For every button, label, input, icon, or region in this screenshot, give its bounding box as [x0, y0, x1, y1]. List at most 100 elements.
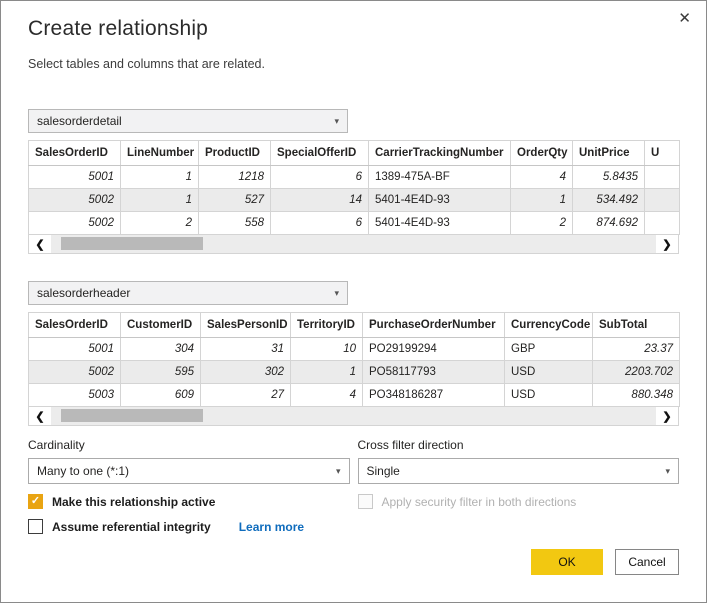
table-cell	[645, 189, 680, 212]
table-cell: 5.8435	[573, 166, 645, 189]
column-header[interactable]: ProductID	[199, 141, 271, 166]
table-cell: 874.692	[573, 212, 645, 235]
referential-integrity-label: Assume referential integrity	[52, 520, 211, 534]
dialog-title: Create relationship	[28, 17, 679, 41]
dialog-footer: OK Cancel	[531, 549, 679, 575]
table-cell: 6	[271, 166, 369, 189]
table-cell: 1218	[199, 166, 271, 189]
table-cell: 527	[199, 189, 271, 212]
make-active-checkbox[interactable]: ✓	[28, 494, 43, 509]
table-cell: 2	[121, 212, 199, 235]
referential-integrity-checkbox[interactable]	[28, 519, 43, 534]
scrollbar-thumb[interactable]	[61, 409, 203, 422]
table-row: 5001 304 31 10 PO29199294 GBP 23.37	[29, 338, 680, 361]
table-cell: 5401-4E4D-93	[369, 212, 511, 235]
chevron-down-icon: ▾	[336, 459, 341, 483]
cardinality-dropdown[interactable]: Many to one (*:1) ▾	[28, 458, 350, 484]
table-cell: 5002	[29, 189, 121, 212]
create-relationship-dialog: ✕ Create relationship Select tables and …	[0, 0, 707, 603]
table-row: 5003 609 27 4 PO348186287 USD 880.348	[29, 384, 680, 407]
table-cell: 14	[271, 189, 369, 212]
table-cell: 23.37	[593, 338, 680, 361]
column-header[interactable]: CurrencyCode	[505, 313, 593, 338]
column-header[interactable]: OrderQty	[511, 141, 573, 166]
scroll-left-icon[interactable]: ❮	[29, 407, 51, 425]
column-header[interactable]: CarrierTrackingNumber	[369, 141, 511, 166]
table-cell: 4	[291, 384, 363, 407]
table-header-row: SalesOrderID CustomerID SalesPersonID Te…	[29, 313, 680, 338]
table-row: 5002 595 302 1 PO58117793 USD 2203.702	[29, 361, 680, 384]
cross-filter-dropdown[interactable]: Single ▾	[358, 458, 680, 484]
table-cell: 595	[121, 361, 201, 384]
table-cell: PO348186287	[363, 384, 505, 407]
scrollbar-track[interactable]	[51, 407, 656, 425]
cardinality-dropdown-value: Many to one (*:1)	[37, 464, 129, 478]
table-cell: 558	[199, 212, 271, 235]
table-cell: 5001	[29, 166, 121, 189]
table-cell: 302	[201, 361, 291, 384]
table-cell: 1	[291, 361, 363, 384]
table-cell: 5001	[29, 338, 121, 361]
chevron-down-icon: ▾	[334, 282, 339, 304]
learn-more-link[interactable]: Learn more	[239, 520, 304, 534]
upper-preview-table: SalesOrderID LineNumber ProductID Specia…	[28, 140, 680, 235]
table-cell: 10	[291, 338, 363, 361]
lower-preview-table: SalesOrderID CustomerID SalesPersonID Te…	[28, 312, 680, 407]
lower-table-dropdown[interactable]: salesorderheader ▾	[28, 281, 348, 305]
table-cell: 27	[201, 384, 291, 407]
close-icon[interactable]: ✕	[676, 9, 693, 28]
table-cell	[645, 166, 680, 189]
scroll-right-icon[interactable]: ❯	[656, 407, 678, 425]
table-cell: 5002	[29, 212, 121, 235]
table-cell: 5003	[29, 384, 121, 407]
table-cell: 4	[511, 166, 573, 189]
upper-table-dropdown-value: salesorderdetail	[37, 114, 122, 128]
table-cell: 1389-475A-BF	[369, 166, 511, 189]
dialog-subtitle: Select tables and columns that are relat…	[28, 57, 679, 71]
column-header[interactable]: UnitPrice	[573, 141, 645, 166]
column-header[interactable]: CustomerID	[121, 313, 201, 338]
table-cell: 1	[121, 166, 199, 189]
referential-integrity-row: Assume referential integrity Learn more	[28, 519, 350, 534]
column-header[interactable]: TerritoryID	[291, 313, 363, 338]
table-cell: PO29199294	[363, 338, 505, 361]
column-header[interactable]: SalesPersonID	[201, 313, 291, 338]
table-cell	[645, 212, 680, 235]
table-cell: 534.492	[573, 189, 645, 212]
column-header[interactable]: U	[645, 141, 680, 166]
scrollbar-track[interactable]	[51, 235, 656, 253]
lower-table-dropdown-value: salesorderheader	[37, 286, 130, 300]
table-cell: 2203.702	[593, 361, 680, 384]
security-filter-checkbox	[358, 494, 373, 509]
column-header[interactable]: SalesOrderID	[29, 141, 121, 166]
table-cell: 304	[121, 338, 201, 361]
column-header[interactable]: PurchaseOrderNumber	[363, 313, 505, 338]
cancel-button[interactable]: Cancel	[615, 549, 679, 575]
ok-button[interactable]: OK	[531, 549, 603, 575]
table-row: 5002 1 527 14 5401-4E4D-93 1 534.492	[29, 189, 680, 212]
scroll-right-icon[interactable]: ❯	[656, 235, 678, 253]
table-cell: USD	[505, 384, 593, 407]
column-header[interactable]: SalesOrderID	[29, 313, 121, 338]
column-header[interactable]: LineNumber	[121, 141, 199, 166]
table-row: 5002 2 558 6 5401-4E4D-93 2 874.692	[29, 212, 680, 235]
table-cell: 5002	[29, 361, 121, 384]
column-header[interactable]: SubTotal	[593, 313, 680, 338]
table-cell: 5401-4E4D-93	[369, 189, 511, 212]
security-filter-label: Apply security filter in both directions	[382, 495, 577, 509]
table-header-row: SalesOrderID LineNumber ProductID Specia…	[29, 141, 680, 166]
lower-table-scrollbar[interactable]: ❮ ❯	[28, 407, 679, 426]
scroll-left-icon[interactable]: ❮	[29, 235, 51, 253]
security-filter-row: Apply security filter in both directions	[358, 494, 680, 509]
table-row: 5001 1 1218 6 1389-475A-BF 4 5.8435	[29, 166, 680, 189]
upper-table-scrollbar[interactable]: ❮ ❯	[28, 235, 679, 254]
cross-filter-label: Cross filter direction	[358, 438, 680, 452]
scrollbar-thumb[interactable]	[61, 237, 203, 250]
table-cell: 1	[121, 189, 199, 212]
chevron-down-icon: ▾	[665, 459, 670, 483]
table-cell: 6	[271, 212, 369, 235]
cardinality-label: Cardinality	[28, 438, 350, 452]
upper-table-dropdown[interactable]: salesorderdetail ▾	[28, 109, 348, 133]
table-cell: USD	[505, 361, 593, 384]
column-header[interactable]: SpecialOfferID	[271, 141, 369, 166]
